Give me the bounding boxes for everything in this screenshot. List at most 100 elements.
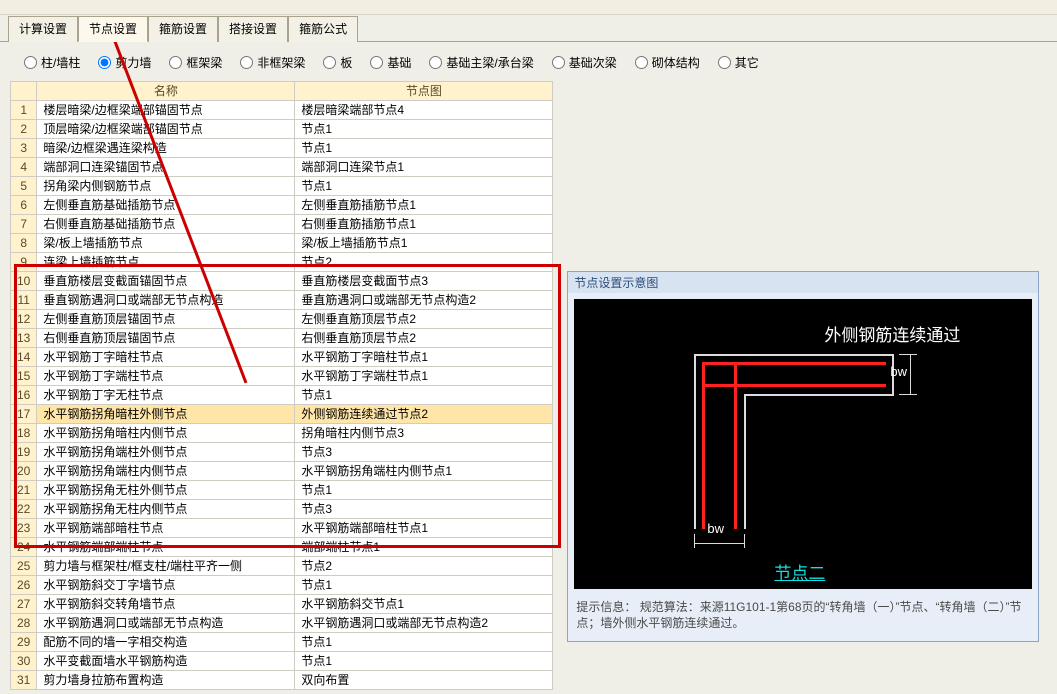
row-index: 18 — [11, 424, 37, 443]
row-name: 垂直筋楼层变截面锚固节点 — [37, 272, 295, 291]
row-diagram: 节点1 — [295, 177, 553, 196]
row-index: 14 — [11, 348, 37, 367]
row-name: 水平钢筋拐角无柱内侧节点 — [37, 500, 295, 519]
row-diagram: 端部端柱节点1 — [295, 538, 553, 557]
table-row[interactable]: 27水平钢筋斜交转角墙节点水平钢筋斜交节点1 — [11, 595, 553, 614]
row-index: 8 — [11, 234, 37, 253]
table-row[interactable]: 17水平钢筋拐角暗柱外侧节点外侧钢筋连续通过节点2 — [11, 405, 553, 424]
row-diagram: 节点2 — [295, 253, 553, 272]
radio-foundsecbeam[interactable]: 基础次梁 — [552, 54, 617, 71]
row-diagram: 节点1 — [295, 576, 553, 595]
row-index: 28 — [11, 614, 37, 633]
row-diagram: 节点3 — [295, 500, 553, 519]
tab-formula[interactable]: 箍筋公式 — [288, 16, 358, 42]
radio-other[interactable]: 其它 — [718, 54, 759, 71]
row-index: 5 — [11, 177, 37, 196]
row-index: 13 — [11, 329, 37, 348]
table-row[interactable]: 22水平钢筋拐角无柱内侧节点节点3 — [11, 500, 553, 519]
tab-lap[interactable]: 搭接设置 — [218, 16, 288, 42]
row-diagram: 节点1 — [295, 481, 553, 500]
table-row[interactable]: 9连梁上墙插筋节点节点2 — [11, 253, 553, 272]
table-row[interactable]: 20水平钢筋拐角端柱内侧节点水平钢筋拐角端柱内侧节点1 — [11, 462, 553, 481]
table-row[interactable]: 3暗梁/边框梁遇连梁构造节点1 — [11, 139, 553, 158]
tab-stirrup[interactable]: 箍筋设置 — [148, 16, 218, 42]
table-row[interactable]: 25剪力墙与框架柱/框支柱/端柱平齐一侧节点2 — [11, 557, 553, 576]
row-name: 水平钢筋端部端柱节点 — [37, 538, 295, 557]
row-diagram: 楼层暗梁端部节点4 — [295, 101, 553, 120]
radio-slab[interactable]: 板 — [323, 54, 352, 71]
table-row[interactable]: 26水平钢筋斜交丁字墙节点节点1 — [11, 576, 553, 595]
table-row[interactable]: 31剪力墙身拉筋布置构造双向布置 — [11, 671, 553, 690]
row-name: 垂直钢筋遇洞口或端部无节点构造 — [37, 291, 295, 310]
row-name: 水平钢筋拐角端柱内侧节点 — [37, 462, 295, 481]
setting-tabs: 计算设置 节点设置 箍筋设置 搭接设置 箍筋公式 — [8, 15, 1057, 41]
row-diagram: 双向布置 — [295, 671, 553, 690]
row-diagram: 外侧钢筋连续通过节点2 — [295, 405, 553, 424]
radio-shearwall[interactable]: 剪力墙 — [98, 54, 151, 71]
table-row[interactable]: 29配筋不同的墙一字相交构造节点1 — [11, 633, 553, 652]
radio-framebeam[interactable]: 框架梁 — [169, 54, 222, 71]
diagram-headline: 外侧钢筋连续通过 — [824, 321, 960, 346]
row-name: 剪力墙身拉筋布置构造 — [37, 671, 295, 690]
row-index: 23 — [11, 519, 37, 538]
table-row[interactable]: 2顶层暗梁/边框梁端部锚固节点节点1 — [11, 120, 553, 139]
col-name: 名称 — [37, 82, 295, 101]
row-diagram: 节点1 — [295, 633, 553, 652]
table-row[interactable]: 14水平钢筋丁字暗柱节点水平钢筋丁字暗柱节点1 — [11, 348, 553, 367]
row-name: 剪力墙与框架柱/框支柱/端柱平齐一侧 — [37, 557, 295, 576]
row-diagram: 右侧垂直筋顶层节点2 — [295, 329, 553, 348]
row-index: 1 — [11, 101, 37, 120]
row-index: 24 — [11, 538, 37, 557]
table-row[interactable]: 28水平钢筋遇洞口或端部无节点构造水平钢筋遇洞口或端部无节点构造2 — [11, 614, 553, 633]
table-row[interactable]: 6左侧垂直筋基础插筋节点左侧垂直筋插筋节点1 — [11, 196, 553, 215]
radio-column[interactable]: 柱/墙柱 — [24, 54, 80, 71]
table-row[interactable]: 24水平钢筋端部端柱节点端部端柱节点1 — [11, 538, 553, 557]
table-row[interactable]: 7右侧垂直筋基础插筋节点右侧垂直筋插筋节点1 — [11, 215, 553, 234]
radio-foundbeam[interactable]: 基础主梁/承台梁 — [429, 54, 533, 71]
table-row[interactable]: 4端部洞口连梁锚固节点端部洞口连梁节点1 — [11, 158, 553, 177]
row-diagram: 节点2 — [295, 557, 553, 576]
table-row[interactable]: 1楼层暗梁/边框梁端部锚固节点楼层暗梁端部节点4 — [11, 101, 553, 120]
row-name: 顶层暗梁/边框梁端部锚固节点 — [37, 120, 295, 139]
table-row[interactable]: 15水平钢筋丁字端柱节点水平钢筋丁字端柱节点1 — [11, 367, 553, 386]
table-row[interactable]: 21水平钢筋拐角无柱外侧节点节点1 — [11, 481, 553, 500]
table-row[interactable]: 5拐角梁内侧钢筋节点节点1 — [11, 177, 553, 196]
preview-canvas: 外侧钢筋连续通过 bw bw 节点二 — [574, 299, 1032, 589]
table-row[interactable]: 23水平钢筋端部暗柱节点水平钢筋端部暗柱节点1 — [11, 519, 553, 538]
row-name: 水平钢筋拐角暗柱外侧节点 — [37, 405, 295, 424]
node-table[interactable]: 名称 节点图 1楼层暗梁/边框梁端部锚固节点楼层暗梁端部节点42顶层暗梁/边框梁… — [10, 81, 553, 690]
row-name: 水平钢筋拐角暗柱内侧节点 — [37, 424, 295, 443]
radio-masonry[interactable]: 砌体结构 — [635, 54, 700, 71]
table-row[interactable]: 30水平变截面墙水平钢筋构造节点1 — [11, 652, 553, 671]
row-index: 6 — [11, 196, 37, 215]
table-row[interactable]: 19水平钢筋拐角端柱外侧节点节点3 — [11, 443, 553, 462]
radio-foundation[interactable]: 基础 — [370, 54, 411, 71]
table-row[interactable]: 11垂直钢筋遇洞口或端部无节点构造垂直筋遇洞口或端部无节点构造2 — [11, 291, 553, 310]
row-name: 水平钢筋斜交丁字墙节点 — [37, 576, 295, 595]
row-name: 右侧垂直筋顶层锚固节点 — [37, 329, 295, 348]
row-index: 26 — [11, 576, 37, 595]
table-row[interactable]: 18水平钢筋拐角暗柱内侧节点拐角暗柱内侧节点3 — [11, 424, 553, 443]
row-name: 拐角梁内侧钢筋节点 — [37, 177, 295, 196]
tab-node[interactable]: 节点设置 — [78, 16, 148, 42]
row-diagram: 水平钢筋丁字暗柱节点1 — [295, 348, 553, 367]
row-diagram: 水平钢筋遇洞口或端部无节点构造2 — [295, 614, 553, 633]
row-index: 4 — [11, 158, 37, 177]
row-diagram: 节点1 — [295, 386, 553, 405]
row-diagram: 水平钢筋斜交节点1 — [295, 595, 553, 614]
radio-nonframebeam[interactable]: 非框架梁 — [240, 54, 305, 71]
row-index: 31 — [11, 671, 37, 690]
row-index: 19 — [11, 443, 37, 462]
row-name: 水平变截面墙水平钢筋构造 — [37, 652, 295, 671]
table-row[interactable]: 10垂直筋楼层变截面锚固节点垂直筋楼层变截面节点3 — [11, 272, 553, 291]
row-diagram: 节点3 — [295, 443, 553, 462]
row-name: 左侧垂直筋顶层锚固节点 — [37, 310, 295, 329]
table-row[interactable]: 13右侧垂直筋顶层锚固节点右侧垂直筋顶层节点2 — [11, 329, 553, 348]
table-row[interactable]: 16水平钢筋丁字无柱节点节点1 — [11, 386, 553, 405]
row-index: 2 — [11, 120, 37, 139]
tab-calc[interactable]: 计算设置 — [8, 16, 78, 42]
row-name: 端部洞口连梁锚固节点 — [37, 158, 295, 177]
table-row[interactable]: 12左侧垂直筋顶层锚固节点左侧垂直筋顶层节点2 — [11, 310, 553, 329]
table-row[interactable]: 8梁/板上墙插筋节点梁/板上墙插筋节点1 — [11, 234, 553, 253]
col-diagram: 节点图 — [295, 82, 553, 101]
